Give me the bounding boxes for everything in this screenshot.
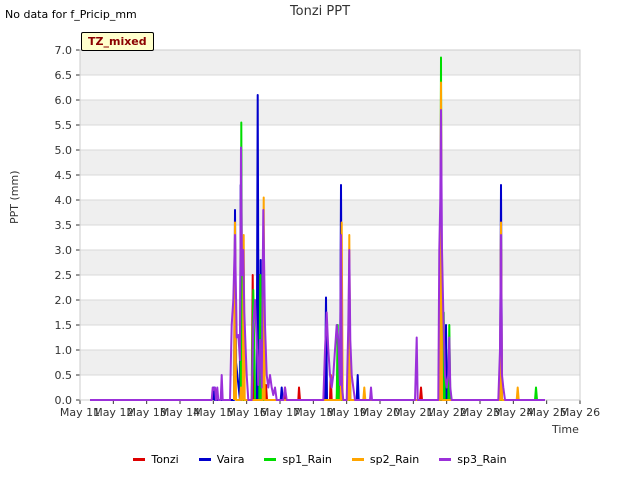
legend-swatch-sp3-rain (439, 458, 452, 461)
y-tick-label: 1.5 (55, 319, 73, 332)
legend-item-sp3-rain: sp3_Rain (439, 453, 507, 466)
legend-label-sp3-rain: sp3_Rain (457, 453, 507, 466)
legend-swatch-sp1-rain (264, 458, 277, 461)
chart-svg: 0.00.51.01.52.02.53.03.54.04.55.05.56.06… (55, 44, 601, 419)
y-tick-label: 5.5 (55, 119, 73, 132)
plot-band (80, 50, 580, 75)
y-tick-label: 3.5 (55, 219, 73, 232)
plot-band (80, 250, 580, 275)
x-axis-label: Time (552, 423, 579, 436)
legend-label-sp1-rain: sp1_Rain (282, 453, 332, 466)
y-tick-label: 4.0 (55, 194, 73, 207)
legend-item-tonzi: Tonzi (133, 453, 179, 466)
y-tick-label: 0.5 (55, 369, 73, 382)
legend-item-sp1-rain: sp1_Rain (264, 453, 332, 466)
y-tick-label: 7.0 (55, 44, 73, 57)
legend-swatch-tonzi (133, 458, 146, 461)
y-tick-label: 4.5 (55, 169, 73, 182)
y-tick-label: 6.5 (55, 69, 73, 82)
y-tick-label: 5.0 (55, 144, 73, 157)
legend-item-vaira: Vaira (198, 453, 245, 466)
y-axis-label: PPT (mm) (8, 170, 21, 225)
x-tick-label: May 26 (560, 406, 600, 419)
y-tick-label: 3.0 (55, 244, 73, 257)
plot-band (80, 300, 580, 325)
y-tick-label: 1.0 (55, 344, 73, 357)
annotation-box: TZ_mixed (81, 32, 154, 51)
plot-band (80, 200, 580, 225)
legend-item-sp2-rain: sp2_Rain (351, 453, 420, 466)
y-tick-label: 2.5 (55, 269, 73, 282)
legend-label-vaira: Vaira (216, 453, 245, 466)
chart-stage: 0.0 0.5 1.0 1.5 2.0 2.5 3.0 3.5 4.0 4.5 5.0 5.5 6.0 6… (0, 0, 640, 480)
y-tick-label: 2.0 (55, 294, 73, 307)
legend: Tonzi Vaira sp1_Rain sp2_Rain sp3_Rain (0, 453, 640, 466)
legend-label-tonzi: Tonzi (151, 453, 179, 466)
y-tick-label: 6.0 (55, 94, 73, 107)
legend-swatch-vaira (198, 458, 211, 461)
plot-band (80, 150, 580, 175)
plot-band (80, 100, 580, 125)
chart-title: Tonzi PPT (289, 4, 351, 19)
legend-label-sp2-rain: sp2_Rain (369, 453, 420, 466)
legend-swatch-sp2-rain (351, 458, 364, 461)
